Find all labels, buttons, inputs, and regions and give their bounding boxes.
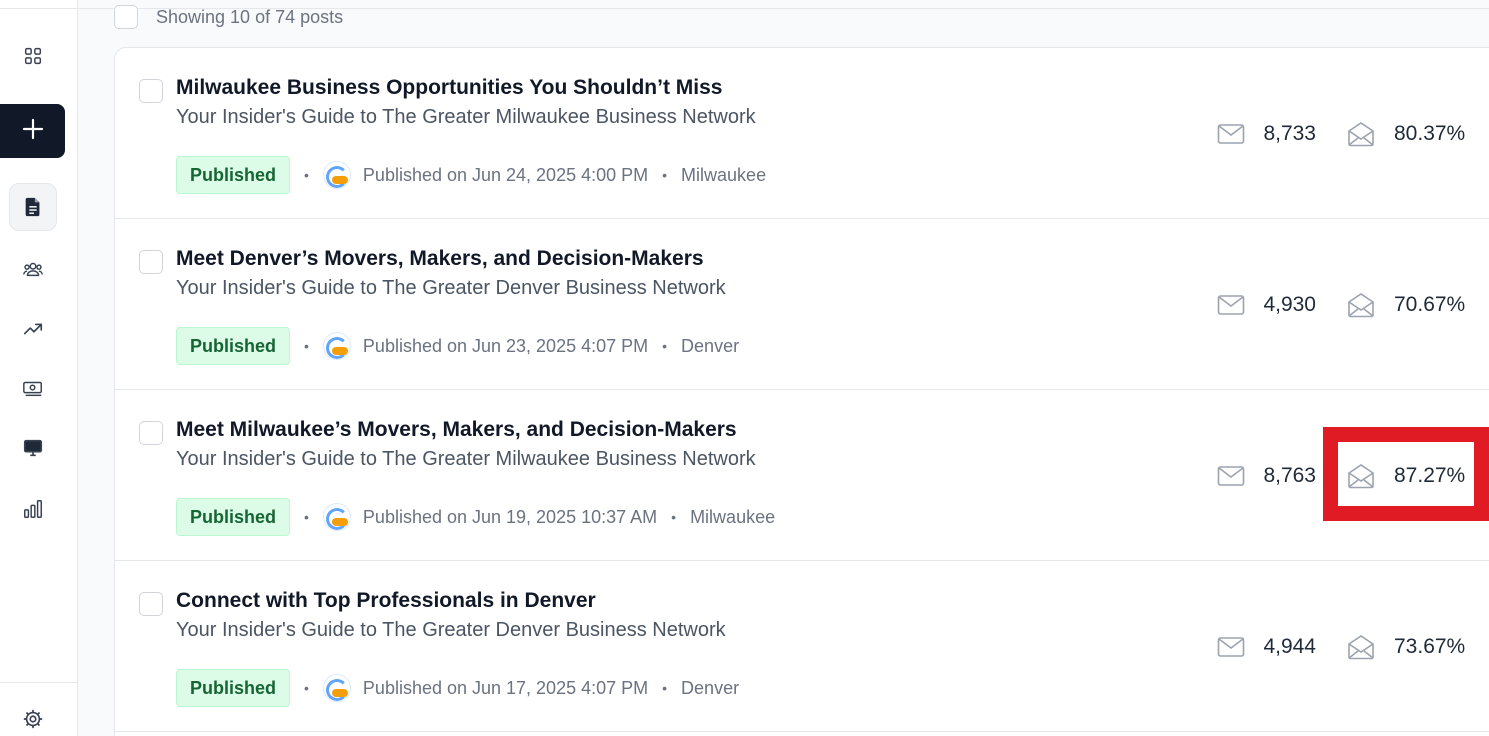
post-title[interactable]: Meet Denver’s Movers, Makers, and Decisi… [176, 247, 704, 271]
separator-dot: • [662, 338, 668, 354]
open-rate: 80.37% [1394, 122, 1466, 145]
monetize-icon[interactable] [13, 368, 53, 408]
publication-logo [322, 161, 351, 189]
post-subtitle: Your Insider's Guide to The Greater Denv… [176, 619, 726, 641]
post-stats: 8,763 87.27% [1216, 456, 1465, 496]
post-meta: Published • Published on Jun 17, 2025 4:… [176, 669, 739, 707]
publication-logo [322, 332, 351, 360]
post-location: Denver [681, 677, 740, 698]
sidebar [0, 0, 78, 736]
envelope-icon [1216, 634, 1245, 660]
separator-dot: • [304, 167, 309, 183]
status-badge: Published [176, 156, 291, 194]
published-date: Published on Jun 19, 2025 10:37 AM [362, 506, 658, 527]
envelope-open-icon [1346, 292, 1376, 318]
post-location: Milwaukee [681, 164, 767, 185]
post-checkbox[interactable] [139, 79, 163, 103]
post-title[interactable]: Connect with Top Professionals in Denver [176, 589, 596, 613]
sent-count: 4,944 [1263, 635, 1316, 658]
separator-dot: • [304, 509, 309, 525]
open-rate: 73.67% [1394, 635, 1466, 658]
plus-icon [21, 117, 45, 146]
post-row[interactable]: Meet Denver’s Movers, Makers, and Decisi… [115, 219, 1489, 390]
analytics-icon[interactable] [13, 489, 53, 529]
post-stats: 8,733 80.37% [1216, 114, 1465, 154]
divider [0, 8, 78, 9]
audience-icon[interactable] [13, 249, 53, 289]
dashboard-icon[interactable] [13, 36, 53, 76]
envelope-open-icon [1346, 463, 1376, 489]
envelope-open-icon [1346, 634, 1376, 660]
post-stats: 4,944 73.67% [1216, 627, 1465, 667]
post-subtitle: Your Insider's Guide to The Greater Denv… [176, 277, 726, 299]
create-button[interactable] [0, 104, 65, 158]
posts-icon[interactable] [9, 183, 57, 231]
post-meta: Published • Published on Jun 24, 2025 4:… [176, 156, 766, 194]
envelope-icon [1216, 292, 1245, 318]
post-checkbox[interactable] [139, 421, 163, 445]
post-stats: 4,930 70.67% [1216, 285, 1465, 325]
post-meta: Published • Published on Jun 23, 2025 4:… [176, 327, 739, 365]
separator-dot: • [304, 338, 309, 354]
post-title[interactable]: Milwaukee Business Opportunities You Sho… [176, 76, 722, 100]
status-badge: Published [176, 669, 291, 707]
envelope-open-icon [1346, 121, 1376, 147]
growth-icon[interactable] [13, 309, 53, 349]
published-date: Published on Jun 23, 2025 4:07 PM [362, 335, 649, 356]
post-location: Denver [681, 335, 740, 356]
divider [0, 682, 78, 683]
post-row[interactable]: Milwaukee Business Opportunities You Sho… [115, 48, 1489, 219]
website-icon[interactable] [13, 428, 53, 468]
settings-icon[interactable] [13, 699, 53, 736]
sent-count: 4,930 [1263, 293, 1316, 316]
post-location: Milwaukee [690, 506, 776, 527]
status-badge: Published [176, 498, 291, 536]
separator-dot: • [662, 167, 668, 183]
post-checkbox[interactable] [139, 592, 163, 616]
status-badge: Published [176, 327, 291, 365]
separator-dot: • [304, 680, 309, 696]
post-row[interactable]: Meet Milwaukee’s Movers, Makers, and Dec… [115, 390, 1489, 561]
post-row[interactable]: Connect with Top Professionals in Denver… [115, 561, 1489, 732]
published-date: Published on Jun 17, 2025 4:07 PM [362, 677, 649, 698]
envelope-icon [1216, 121, 1245, 147]
post-checkbox[interactable] [139, 250, 163, 274]
select-all-checkbox[interactable] [114, 5, 138, 29]
post-subtitle: Your Insider's Guide to The Greater Milw… [176, 106, 756, 128]
published-date: Published on Jun 24, 2025 4:00 PM [362, 164, 649, 185]
open-rate: 70.67% [1394, 293, 1466, 316]
showing-count: Showing 10 of 74 posts [156, 6, 344, 27]
post-meta: Published • Published on Jun 19, 2025 10… [176, 498, 775, 536]
separator-dot: • [662, 680, 668, 696]
post-list: Milwaukee Business Opportunities You Sho… [114, 47, 1489, 736]
envelope-icon [1216, 463, 1245, 489]
publication-logo [322, 503, 351, 531]
publication-logo [322, 674, 351, 702]
separator-dot: • [671, 509, 677, 525]
sent-count: 8,763 [1263, 464, 1316, 487]
post-title[interactable]: Meet Milwaukee’s Movers, Makers, and Dec… [176, 418, 737, 442]
open-rate: 87.27% [1394, 464, 1466, 487]
sent-count: 8,733 [1263, 122, 1316, 145]
list-header: Showing 10 of 74 posts [114, 0, 343, 34]
post-subtitle: Your Insider's Guide to The Greater Milw… [176, 448, 756, 470]
